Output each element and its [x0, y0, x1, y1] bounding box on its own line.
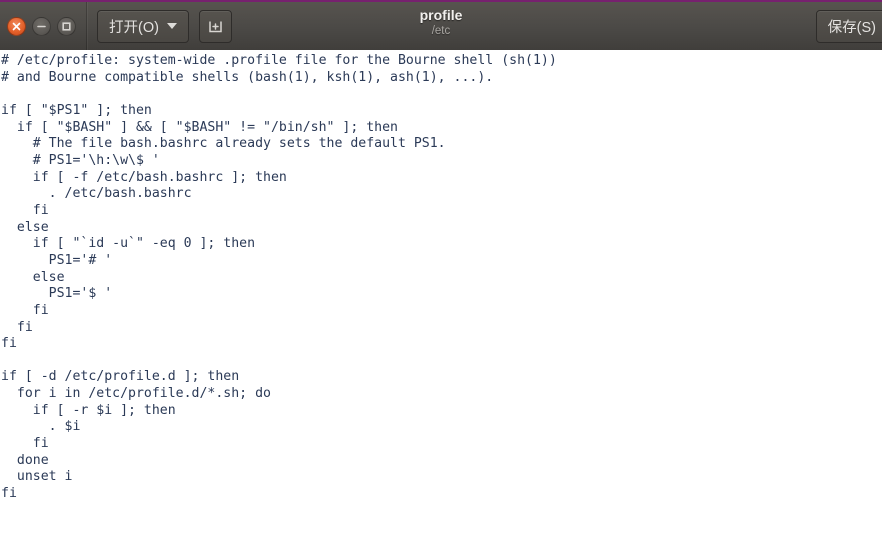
source-code-text[interactable]: # /etc/profile: system-wide .profile fil… [0, 50, 882, 503]
gedit-window: 打开(O) profile /etc 保存(S) # /etc/profile:… [0, 0, 882, 553]
save-button-label: 保存(S) [827, 20, 876, 36]
open-file-label: 打开(O) [109, 19, 159, 36]
minimize-button[interactable] [32, 16, 51, 36]
maximize-button[interactable] [57, 16, 76, 36]
new-document-icon [209, 21, 222, 32]
editor-area[interactable]: # /etc/profile: system-wide .profile fil… [0, 50, 882, 553]
close-icon [12, 22, 21, 30]
window-controls [0, 16, 86, 36]
save-button[interactable]: 保存(S) [815, 10, 882, 43]
chevron-down-icon [166, 23, 177, 29]
close-button[interactable] [7, 16, 26, 36]
titlebar-right-actions: 保存(S) [815, 10, 882, 43]
toolbar-divider [86, 2, 87, 50]
open-file-button[interactable]: 打开(O) [97, 9, 189, 43]
titlebar: 打开(O) profile /etc 保存(S) [0, 0, 882, 50]
maximize-icon [62, 21, 71, 31]
minimize-icon [37, 25, 46, 27]
new-document-button[interactable] [198, 9, 232, 43]
